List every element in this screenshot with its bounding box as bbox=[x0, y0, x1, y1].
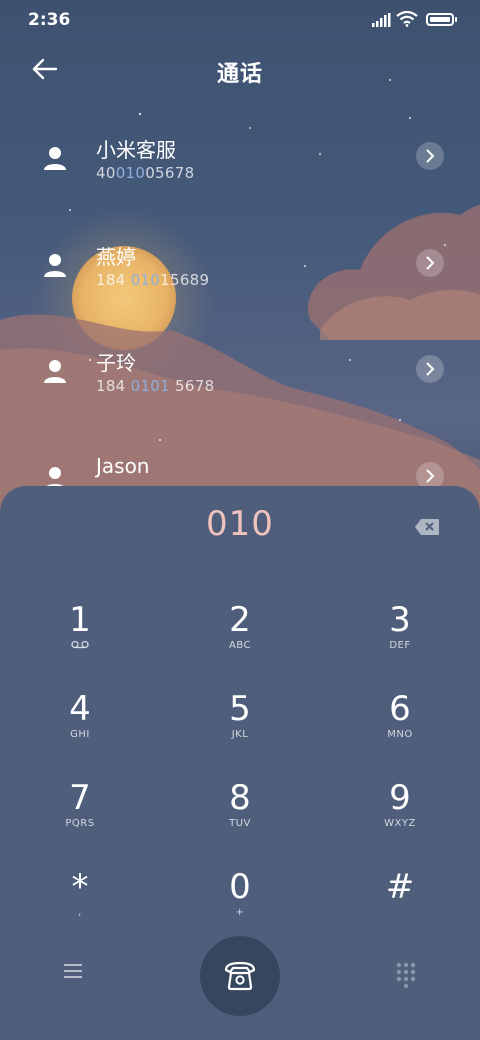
contact-detail-button[interactable] bbox=[416, 142, 444, 170]
key-9[interactable]: 9 WXYZ bbox=[330, 778, 470, 858]
battery-icon bbox=[426, 13, 457, 26]
contact-name: Jason bbox=[96, 454, 150, 478]
key-1[interactable]: 1 bbox=[10, 600, 150, 680]
chevron-right-icon bbox=[426, 362, 435, 376]
voicemail-icon bbox=[71, 640, 89, 649]
dialpad-panel: 010 1 2 ABC 3 DEF 4 GHI 5 JKL 6 MNO 7 PQ… bbox=[0, 486, 480, 1040]
key-digit: 4 bbox=[69, 689, 91, 729]
key-2[interactable]: 2 ABC bbox=[170, 600, 310, 680]
key-7[interactable]: 7 PQRS bbox=[10, 778, 150, 858]
key-letters: DEF bbox=[389, 640, 411, 651]
header: 通话 bbox=[0, 48, 480, 92]
key-digit: * bbox=[71, 867, 89, 907]
key-letters: , bbox=[78, 907, 82, 918]
contact-item[interactable]: 子玲 184 0101 5678 bbox=[0, 323, 480, 413]
key-star[interactable]: * , bbox=[10, 867, 150, 947]
contact-item[interactable]: 小米客服 4001005678 bbox=[0, 110, 480, 200]
key-letters: MNO bbox=[387, 729, 413, 740]
contact-number: 184 0101 5678 bbox=[96, 377, 215, 395]
key-digit: 1 bbox=[69, 600, 91, 640]
key-letters bbox=[10, 640, 150, 652]
key-digit: 7 bbox=[69, 778, 91, 818]
key-digit: 9 bbox=[389, 778, 411, 818]
status-time: 2:36 bbox=[28, 10, 71, 30]
key-5[interactable]: 5 JKL bbox=[170, 689, 310, 769]
key-digit: 8 bbox=[229, 778, 251, 818]
contact-item[interactable]: 燕婷 184 01015689 bbox=[0, 217, 480, 307]
contact-detail-button[interactable] bbox=[416, 249, 444, 277]
key-hash[interactable]: # bbox=[330, 867, 470, 947]
key-letters: TUV bbox=[229, 818, 251, 829]
contact-name: 子玲 bbox=[96, 351, 136, 375]
person-icon bbox=[44, 254, 66, 277]
key-letters: PQRS bbox=[65, 818, 95, 829]
key-letters: WXYZ bbox=[384, 818, 416, 829]
person-icon bbox=[44, 360, 66, 383]
call-button[interactable] bbox=[200, 936, 280, 1016]
key-digit: 0 bbox=[229, 867, 251, 907]
key-digit: 5 bbox=[229, 689, 251, 729]
key-digit: 3 bbox=[389, 600, 411, 640]
key-letters: JKL bbox=[231, 729, 249, 740]
contact-number: 184 01015689 bbox=[96, 271, 210, 289]
dialpad-icon[interactable] bbox=[396, 962, 416, 988]
dial-input[interactable]: 010 bbox=[0, 504, 480, 544]
key-4[interactable]: 4 GHI bbox=[10, 689, 150, 769]
chevron-right-icon bbox=[426, 149, 435, 163]
key-digit: # bbox=[385, 867, 415, 907]
key-8[interactable]: 8 TUV bbox=[170, 778, 310, 858]
key-letters: ABC bbox=[228, 640, 251, 651]
page-title: 通话 bbox=[216, 62, 263, 87]
key-0[interactable]: 0 + bbox=[170, 867, 310, 947]
key-6[interactable]: 6 MNO bbox=[330, 689, 470, 769]
key-3[interactable]: 3 DEF bbox=[330, 600, 470, 680]
contact-detail-button[interactable] bbox=[416, 355, 444, 383]
key-letters: + bbox=[235, 907, 245, 918]
chevron-right-icon bbox=[426, 256, 435, 270]
signal-icon bbox=[372, 13, 391, 27]
contact-number: 4001005678 bbox=[96, 164, 195, 182]
backspace-icon[interactable] bbox=[414, 518, 440, 536]
contact-name: 小米客服 bbox=[96, 138, 176, 162]
key-digit: 6 bbox=[389, 689, 411, 729]
status-bar: 2:36 bbox=[0, 0, 480, 40]
chevron-right-icon bbox=[426, 469, 435, 483]
person-icon bbox=[44, 147, 66, 170]
phone-icon bbox=[224, 961, 256, 991]
key-letters: GHI bbox=[70, 729, 90, 740]
contact-name: 燕婷 bbox=[96, 245, 136, 269]
menu-icon[interactable] bbox=[62, 962, 84, 980]
key-digit: 2 bbox=[229, 600, 251, 640]
wifi-icon bbox=[396, 11, 418, 27]
